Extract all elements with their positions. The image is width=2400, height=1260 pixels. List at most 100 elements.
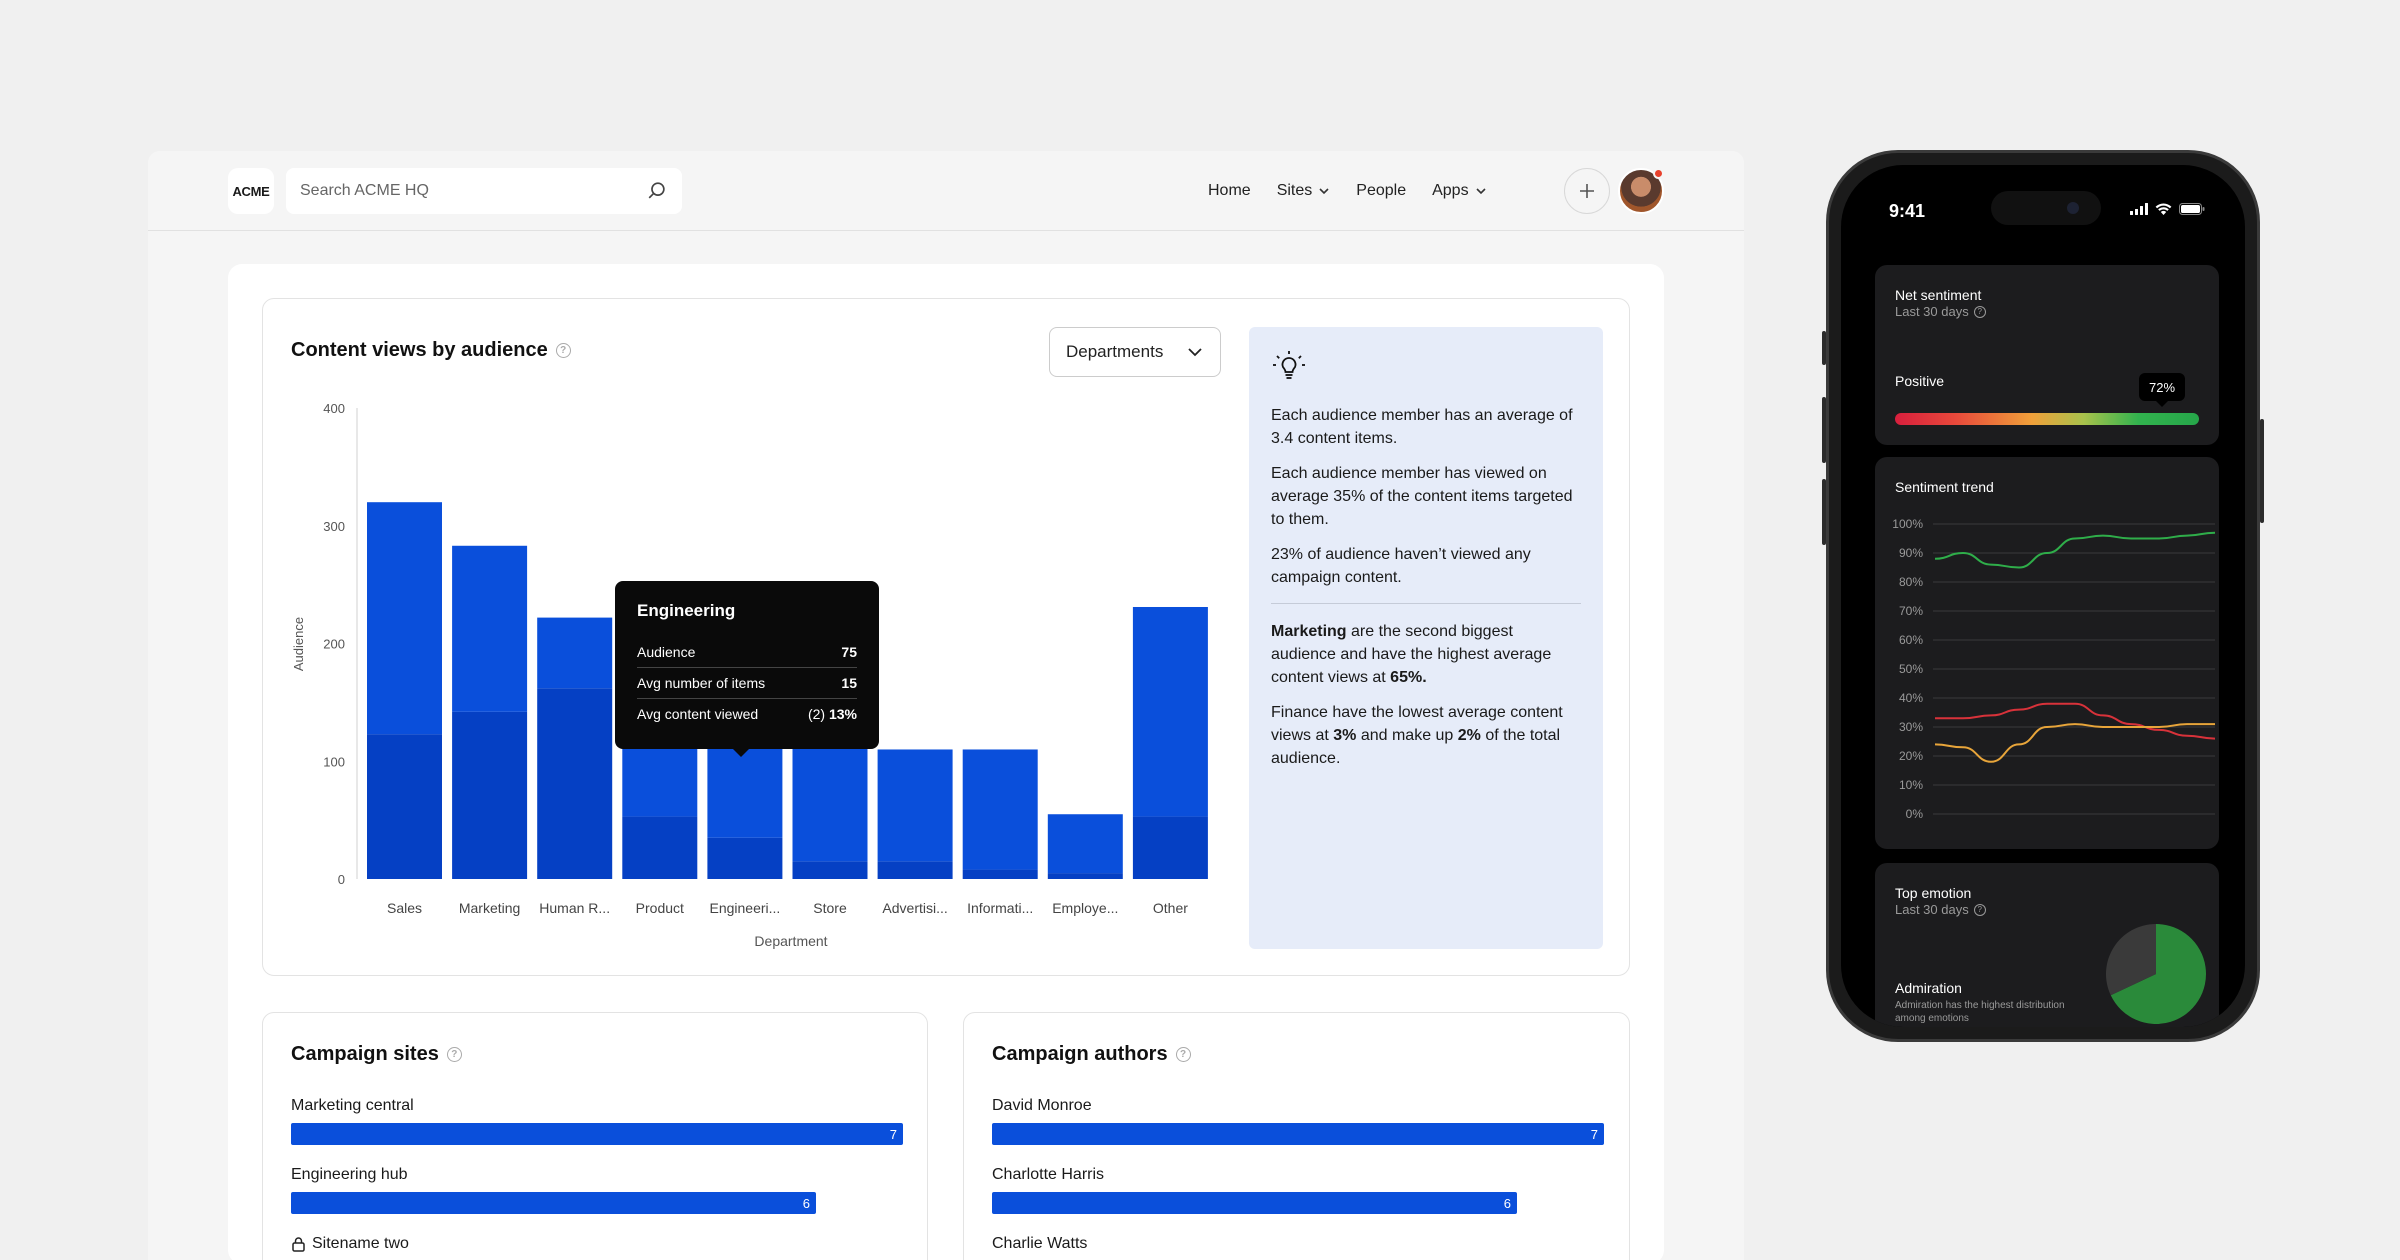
list-item[interactable]: Sitename two [291, 1233, 409, 1255]
list-item[interactable]: Charlotte Harris 6 [992, 1164, 1517, 1214]
acme-logo[interactable]: ACME [228, 168, 274, 214]
list-item[interactable]: Marketing central 7 [291, 1095, 903, 1145]
dashboard-content: Content views by audience ? Departments … [228, 264, 1664, 1260]
sentiment-value: 72% [2148, 379, 2176, 395]
top-emotion-subtitle-row: Last 30 days? [1895, 902, 1986, 917]
search-input[interactable] [300, 182, 646, 200]
lock-icon [292, 1237, 305, 1252]
x-tick-label: Other [1153, 900, 1188, 916]
emotion-pie-chart [2106, 924, 2206, 1024]
net-sentiment-subtitle: Last 30 days [1895, 304, 1969, 319]
y-tick-label: 200 [323, 637, 345, 652]
x-tick-label: Advertisi... [882, 900, 947, 916]
help-icon[interactable]: ? [1175, 1047, 1191, 1062]
y-tick-label: 0 [338, 872, 345, 887]
insight-text: 23% of audience haven’t viewed any campa… [1271, 546, 1531, 586]
insight-text: Finance have the lowest average content … [1271, 701, 1581, 770]
top-navigation-bar: ACME Home Sites People Apps [148, 151, 1744, 231]
bar-segment[interactable] [792, 861, 868, 879]
y-axis-label: Audience [291, 617, 306, 671]
help-icon[interactable]: ? [1973, 903, 1986, 916]
sentiment-label: Positive [1895, 373, 1945, 389]
create-button[interactable] [1564, 168, 1610, 214]
status-icons [2130, 203, 2205, 215]
help-icon[interactable]: ? [446, 1047, 462, 1062]
tooltip-label: Avg number of items [637, 675, 766, 691]
bar-segment[interactable] [1047, 814, 1123, 874]
bar-segment[interactable] [367, 734, 442, 879]
x-tick-label: Engineeri... [709, 900, 780, 916]
desktop-window: ACME Home Sites People Apps Content view… [148, 151, 1744, 1260]
bar-segment[interactable] [537, 617, 613, 689]
bar-segment[interactable] [877, 861, 953, 879]
bar-segment[interactable] [962, 869, 1038, 879]
phone-mute-switch [1822, 331, 1826, 365]
tooltip-label: Avg content viewed [637, 706, 759, 722]
author-bar: 7 [992, 1123, 1604, 1145]
x-tick-label: Human R... [539, 900, 610, 916]
trend-y-tick-label: 100% [1892, 517, 1923, 531]
search-box[interactable] [286, 168, 682, 214]
list-item[interactable]: David Monroe 7 [992, 1095, 1604, 1145]
tooltip-value: 13% [828, 706, 857, 722]
chevron-down-icon [1319, 188, 1329, 195]
author-bar: 6 [992, 1192, 1517, 1214]
nav-sites-label: Sites [1276, 182, 1313, 199]
campaign-sites-title-text: Campaign sites [291, 1043, 439, 1065]
bar-segment[interactable] [707, 745, 783, 838]
phone-status-bar: 9:41 [1841, 165, 2245, 235]
help-icon[interactable]: ? [1973, 305, 1986, 318]
x-tick-label: Product [636, 900, 684, 916]
bar-segment[interactable] [1132, 816, 1208, 879]
phone-mockup: 9:41 Net sentiment Last 30 days? Positiv… [1822, 150, 2264, 1042]
bar-segment[interactable] [367, 502, 442, 735]
list-item[interactable]: Engineering hub 6 [291, 1164, 816, 1214]
trend-y-tick-label: 70% [1899, 604, 1923, 618]
insights-divider [1271, 603, 1581, 604]
bar-segment[interactable] [452, 545, 528, 712]
nav-apps-label: Apps [1432, 182, 1469, 199]
tooltip-title: Engineering [637, 601, 736, 620]
dynamic-island [1991, 191, 2101, 225]
nav-home[interactable]: Home [1208, 182, 1251, 200]
site-name-row: Sitename two [291, 1233, 409, 1255]
bar-segment[interactable] [1132, 606, 1208, 817]
x-tick-label: Store [813, 900, 847, 916]
net-sentiment-subtitle-row: Last 30 days? [1895, 304, 1986, 319]
tooltip-label: Audience [637, 644, 696, 660]
net-sentiment-card[interactable]: Net sentiment Last 30 days? Positive 72% [1875, 265, 2219, 445]
bar-segment[interactable] [962, 749, 1038, 870]
nav-people[interactable]: People [1356, 182, 1406, 200]
trend-series-line [1934, 531, 2216, 569]
nav-apps[interactable]: Apps [1432, 182, 1486, 200]
insight-bold: Marketing [1271, 623, 1347, 640]
trend-y-tick-label: 10% [1899, 778, 1923, 792]
trend-y-tick-label: 90% [1899, 546, 1923, 560]
insight-text: Marketing are the second biggest audienc… [1271, 620, 1581, 689]
battery-icon [2179, 203, 2205, 215]
list-item[interactable]: Charlie Watts [992, 1233, 1087, 1255]
bar-segment[interactable] [622, 816, 698, 879]
trend-series-line [1935, 702, 2216, 740]
nav-sites[interactable]: Sites [1277, 182, 1331, 200]
top-emotion-card[interactable]: Top emotion Last 30 days? Admiration Adm… [1875, 863, 2219, 1027]
bar-segment[interactable] [1047, 873, 1123, 879]
user-avatar[interactable] [1618, 168, 1664, 214]
bar-segment[interactable] [707, 837, 783, 879]
trend-y-tick-label: 40% [1899, 691, 1923, 705]
phone-power-button [2260, 419, 2264, 523]
sentiment-trend-chart: 100% 90% 80% 70% 60% 50% 40% 30% 20% 10% 0% [1892, 517, 2216, 821]
bar-segment[interactable] [877, 749, 953, 862]
tooltip-value: 75 [841, 644, 857, 660]
bar-segment[interactable] [452, 711, 528, 879]
tooltip-row: Avg content viewed (2) 13% [637, 699, 857, 729]
site-name: Sitename two [312, 1235, 409, 1252]
tooltip-row: Avg number of items 15 [637, 668, 857, 699]
top-emotion-subtitle: Last 30 days [1895, 902, 1969, 917]
author-name: David Monroe [992, 1097, 1092, 1114]
trend-y-tick-label: 20% [1899, 749, 1923, 763]
sentiment-trend-card[interactable]: Sentiment trend 100% 90% 80% 70% 60% 50% 40% 30… [1875, 457, 2219, 849]
lightbulb-icon [1273, 351, 1305, 379]
search-icon[interactable] [646, 180, 668, 202]
bar-segment[interactable] [537, 688, 613, 879]
